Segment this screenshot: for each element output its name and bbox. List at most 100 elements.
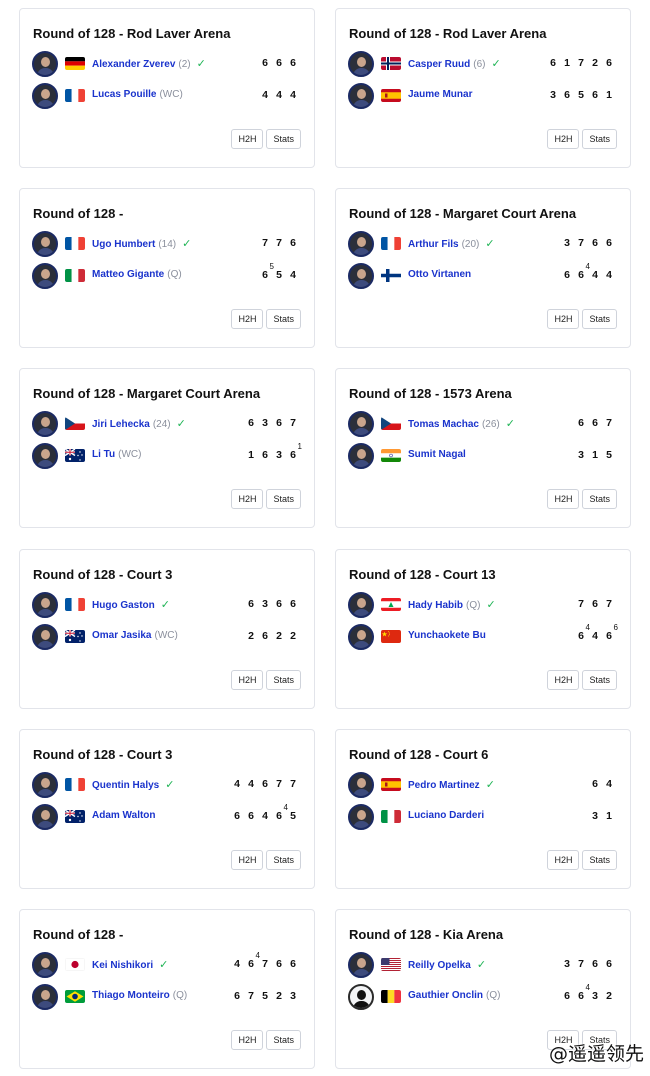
- player-name[interactable]: Omar Jasika: [92, 630, 152, 641]
- player-name-link[interactable]: Thiago Monteiro (Q): [92, 990, 187, 1001]
- set-games: 6: [248, 958, 254, 970]
- player-name[interactable]: Casper Ruud: [408, 59, 470, 70]
- player-name-link[interactable]: Omar Jasika (WC): [92, 630, 178, 641]
- player-name-link[interactable]: Jiri Lehecka (24) ✓: [92, 417, 186, 430]
- player-name[interactable]: Thiago Monteiro: [92, 990, 170, 1001]
- set-score: 6: [272, 958, 286, 970]
- set-score: 5: [272, 269, 286, 281]
- set-score: 2: [272, 990, 286, 1002]
- player-name[interactable]: Pedro Martinez: [408, 780, 480, 791]
- stats-button[interactable]: Stats: [266, 1030, 301, 1050]
- player-name[interactable]: Kei Nishikori: [92, 960, 153, 971]
- h2h-button[interactable]: H2H: [231, 670, 264, 690]
- player-name[interactable]: Ugo Humbert: [92, 239, 155, 250]
- player-name[interactable]: Hugo Gaston: [92, 600, 155, 611]
- player-name-link[interactable]: Tomas Machac (26) ✓: [408, 417, 515, 430]
- h2h-button[interactable]: H2H: [547, 489, 580, 509]
- set-games: 7: [578, 958, 584, 970]
- player-name[interactable]: Lucas Pouille: [92, 89, 156, 100]
- player-name[interactable]: Otto Virtanen: [408, 269, 471, 280]
- player-name-link[interactable]: Pedro Martinez ✓: [408, 778, 495, 791]
- h2h-button[interactable]: H2H: [231, 850, 264, 870]
- stats-button[interactable]: Stats: [582, 309, 617, 329]
- player-name[interactable]: Gauthier Onclin: [408, 990, 483, 1001]
- player-name-link[interactable]: Hugo Gaston ✓: [92, 598, 170, 611]
- player-name[interactable]: Quentin Halys: [92, 780, 159, 791]
- stats-button[interactable]: Stats: [266, 309, 301, 329]
- player-name[interactable]: Li Tu: [92, 449, 115, 460]
- player-name-link[interactable]: Hady Habib (Q) ✓: [408, 598, 496, 611]
- stats-button[interactable]: Stats: [266, 489, 301, 509]
- set-games: 6: [262, 778, 268, 790]
- player-avatar: [32, 51, 58, 77]
- stats-button[interactable]: Stats: [582, 489, 617, 509]
- player-name-link[interactable]: Sumit Nagal: [408, 449, 466, 460]
- h2h-button[interactable]: H2H: [547, 129, 580, 149]
- set-scores: 44677: [230, 778, 300, 790]
- player-name[interactable]: Jiri Lehecka: [92, 419, 150, 430]
- stats-button[interactable]: Stats: [266, 670, 301, 690]
- stats-button[interactable]: Stats: [582, 850, 617, 870]
- player-name-link[interactable]: Arthur Fils (20) ✓: [408, 237, 495, 250]
- h2h-button[interactable]: H2H: [231, 309, 264, 329]
- stats-button[interactable]: Stats: [582, 670, 617, 690]
- player-name-link[interactable]: Adam Walton: [92, 810, 156, 821]
- set-score: 6: [588, 89, 602, 101]
- match-card: Round of 128 - Margaret Court Arena Jiri …: [19, 368, 315, 528]
- set-games: 6: [262, 449, 268, 461]
- h2h-button[interactable]: H2H: [547, 850, 580, 870]
- set-score: 6: [560, 89, 574, 101]
- player-row: Casper Ruud (6) ✓ 6 1 7 2 6: [348, 51, 618, 77]
- stats-button[interactable]: Stats: [582, 129, 617, 149]
- set-games: 4: [248, 778, 254, 790]
- h2h-button[interactable]: H2H: [547, 309, 580, 329]
- player-name-link[interactable]: Matteo Gigante (Q): [92, 269, 182, 280]
- set-games: 3: [262, 417, 268, 429]
- player-name[interactable]: Adam Walton: [92, 810, 156, 821]
- check-icon: ✓: [176, 418, 186, 430]
- match-title: Round of 128 - Court 3: [33, 747, 173, 762]
- player-name-link[interactable]: Luciano Darderi: [408, 810, 484, 821]
- player-name-link[interactable]: Li Tu (WC): [92, 449, 141, 460]
- set-score: 4: [230, 958, 244, 970]
- player-name-link[interactable]: Gauthier Onclin (Q): [408, 990, 500, 1001]
- h2h-button[interactable]: H2H: [231, 489, 264, 509]
- h2h-button[interactable]: H2H: [547, 670, 580, 690]
- player-seed: (Q): [466, 600, 481, 611]
- player-name-link[interactable]: Ugo Humbert (14) ✓: [92, 237, 191, 250]
- match-actions: H2H Stats: [547, 489, 617, 509]
- player-name-link[interactable]: Yunchaokete Bu: [408, 630, 486, 641]
- player-name-link[interactable]: Otto Virtanen: [408, 269, 471, 280]
- h2h-button[interactable]: H2H: [231, 129, 264, 149]
- player-name-link[interactable]: Lucas Pouille (WC): [92, 89, 183, 100]
- h2h-button[interactable]: H2H: [231, 1030, 264, 1050]
- player-name[interactable]: Yunchaokete Bu: [408, 630, 486, 641]
- player-name-link[interactable]: Reilly Opelka ✓: [408, 958, 486, 971]
- player-name[interactable]: Reilly Opelka: [408, 960, 471, 971]
- player-name-link[interactable]: Alexander Zverev (2) ✓: [92, 57, 206, 70]
- set-games: 6: [606, 57, 612, 69]
- flag-japan-icon: [65, 958, 85, 971]
- player-name[interactable]: Matteo Gigante: [92, 269, 164, 280]
- player-name[interactable]: Sumit Nagal: [408, 449, 466, 460]
- set-score: 3: [588, 990, 602, 1002]
- stats-button[interactable]: Stats: [266, 850, 301, 870]
- stats-button[interactable]: Stats: [266, 129, 301, 149]
- set-scores: 2622: [244, 630, 300, 642]
- player-name[interactable]: Tomas Machac: [408, 419, 479, 430]
- player-name-link[interactable]: Casper Ruud (6) ✓: [408, 57, 501, 70]
- player-name-link[interactable]: Kei Nishikori ✓: [92, 958, 168, 971]
- set-score: 5: [286, 810, 300, 822]
- player-row: Otto Virtanen 6 6 4 4 4: [348, 262, 618, 289]
- player-name-link[interactable]: Jaume Munar: [408, 89, 472, 100]
- flag-china-icon: [381, 630, 401, 643]
- player-name[interactable]: Alexander Zverev: [92, 59, 175, 70]
- player-row: Adam Walton 6 6 4 6 4 5: [32, 803, 302, 830]
- player-name[interactable]: Arthur Fils: [408, 239, 459, 250]
- player-name[interactable]: Luciano Darderi: [408, 810, 484, 821]
- player-row: Matteo Gigante (Q) 6 5 5 4: [32, 262, 302, 289]
- player-name[interactable]: Jaume Munar: [408, 89, 472, 100]
- player-name[interactable]: Hady Habib: [408, 600, 463, 611]
- set-score: 6: [286, 958, 300, 970]
- player-name-link[interactable]: Quentin Halys ✓: [92, 778, 174, 791]
